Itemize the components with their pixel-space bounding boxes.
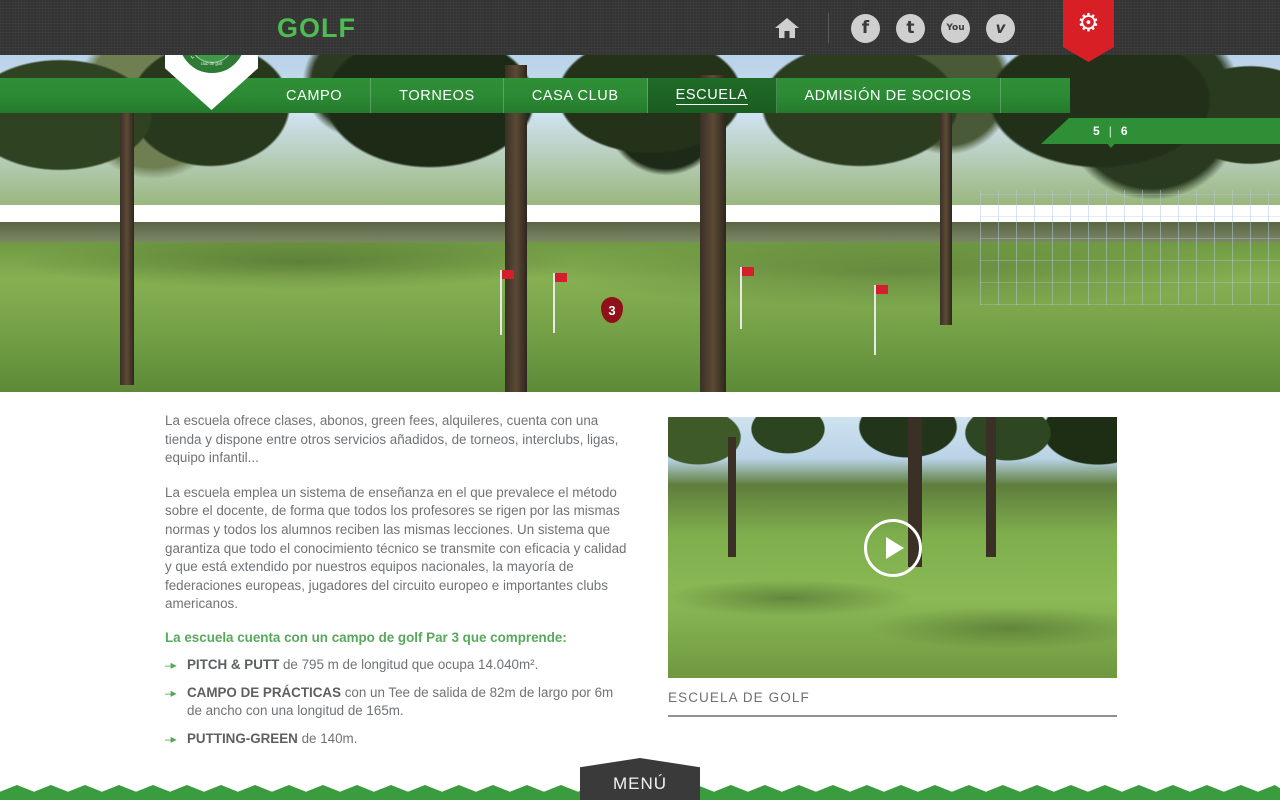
scroll-down-arrow-icon[interactable] [1103, 139, 1119, 148]
play-button-icon[interactable] [863, 518, 922, 577]
slide-separator: | [1108, 124, 1112, 138]
facebook-icon[interactable]: f [851, 13, 880, 43]
list-item-text: de 140m. [297, 730, 358, 746]
hero-tree-trunk [120, 85, 134, 385]
nav-item-admision-de-socios[interactable]: ADMISIÓN DE SOCIOS [777, 78, 1001, 113]
hero-flag [874, 285, 888, 355]
video-ground-shadow [668, 568, 1117, 678]
menu-button-label: MENÚ [612, 773, 668, 793]
list-item: –▸ PITCH & PUTT de 795 m de longitud que… [165, 656, 630, 675]
nav-item-casa-club[interactable]: CASA CLUB [504, 78, 648, 113]
social-icon-row: f t You v [770, 13, 1031, 43]
twitter-icon[interactable]: t [896, 13, 925, 43]
vimeo-glyph: v [995, 19, 1006, 37]
youtube-icon[interactable]: You [941, 13, 970, 43]
vimeo-icon[interactable]: v [986, 13, 1015, 43]
content-text-column: La escuela ofrece clases, abonos, green … [165, 412, 630, 757]
home-icon[interactable] [770, 13, 804, 43]
list-item-term: PITCH & PUTT [187, 656, 280, 672]
hero-tree-trunk [700, 75, 726, 392]
nav-item-torneos[interactable]: TORNEOS [371, 78, 504, 113]
slideshow-counter: 5 | 6 [1041, 118, 1280, 144]
bullet-arrow-icon: –▸ [165, 731, 177, 746]
nav-item-escuela[interactable]: ESCUELA [647, 78, 777, 113]
intro-paragraph-2: La escuela emplea un sistema de enseñanz… [165, 484, 627, 612]
hero-practice-net [980, 190, 1280, 305]
video-tree-trunk [986, 417, 996, 557]
twitter-glyph: t [906, 18, 915, 38]
video-tree-trunk [728, 437, 736, 557]
list-item-text: de 795 m de longitud que ocupa 14.040m². [279, 656, 539, 672]
content-video-column: ESCUELA DE GOLF [668, 417, 1117, 717]
youtube-glyph: You [946, 22, 965, 33]
main-content: La escuela ofrece clases, abonos, green … [0, 392, 1280, 800]
nav-item-label: TORNEOS [399, 87, 475, 104]
list-item-term: CAMPO DE PRÁCTICAS [187, 684, 341, 700]
video-player[interactable] [668, 417, 1117, 678]
nav-item-label: CAMPO [286, 87, 343, 104]
bullet-arrow-icon: –▸ [165, 685, 177, 700]
hero-tree-trunk [505, 65, 527, 392]
list-item: –▸ CAMPO DE PRÁCTICAS con un Tee de sali… [165, 684, 630, 721]
slide-total: 6 [1120, 124, 1128, 138]
hero-flag [500, 270, 514, 335]
brand-wordmark: GOLF [277, 13, 356, 43]
facilities-heading: La escuela cuenta con un campo de golf P… [165, 629, 567, 645]
video-caption: ESCUELA DE GOLF [668, 690, 1117, 717]
bullet-arrow-icon: –▸ [165, 657, 177, 672]
nav-item-label: CASA CLUB [531, 87, 619, 104]
nav-item-label: ADMISIÓN DE SOCIOS [804, 87, 972, 104]
facilities-list: –▸ PITCH & PUTT de 795 m de longitud que… [165, 656, 630, 748]
nav-item-label: ESCUELA [675, 86, 748, 105]
intro-paragraph-1: La escuela ofrece clases, abonos, green … [165, 413, 619, 466]
hero-flag [553, 273, 567, 333]
list-item: –▸ PUTTING-GREEN de 140m. [165, 730, 630, 749]
slide-current: 5 [1093, 124, 1100, 138]
header-divider [828, 13, 829, 43]
hero-flag [740, 267, 754, 329]
list-item-term: PUTTING-GREEN [187, 730, 298, 746]
facebook-glyph: f [861, 18, 870, 38]
nav-item-campo[interactable]: CAMPO [258, 78, 372, 113]
hero-tree-trunk [940, 95, 952, 325]
main-navigation: CAMPO TORNEOS CASA CLUB ESCUELA ADMISIÓN… [0, 78, 1070, 113]
gear-icon: ⚙ [1077, 8, 1100, 37]
logo-subtitle: club de golf [200, 61, 223, 66]
